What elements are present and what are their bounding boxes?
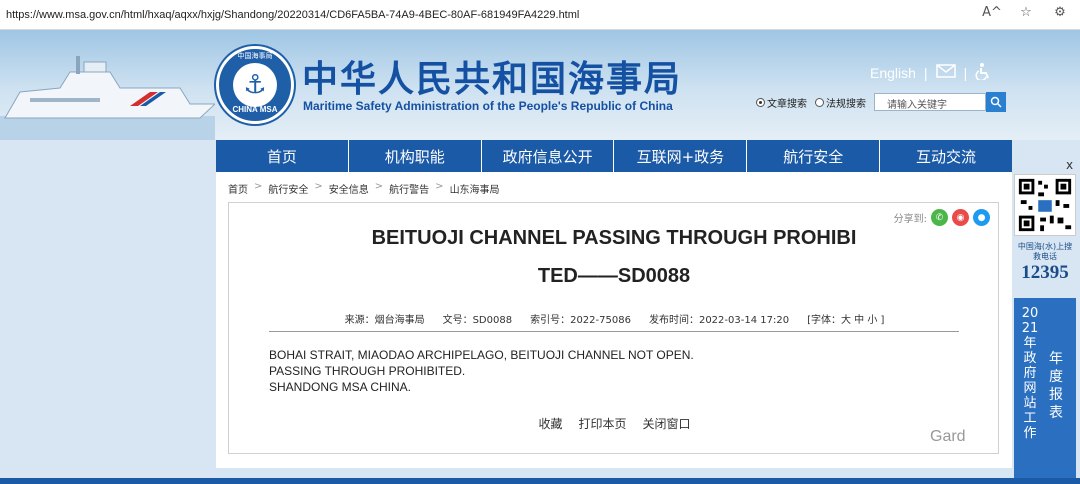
mail-icon[interactable] <box>935 64 956 81</box>
breadcrumb-nav-warning[interactable]: 航行警告 <box>389 181 429 196</box>
browser-tools: A^ ☆ ⚙ <box>982 5 1070 20</box>
article-body: BOHAI STRAIT, MIAODAO ARCHIPELAGO, BEITU… <box>269 347 694 395</box>
divider: | <box>923 64 928 81</box>
article-meta: 来源：烟台海事局 文号：SD0088 索引号：2022-75086 发布时间：2… <box>229 311 1000 326</box>
article-title: BEITUOJI CHANNEL PASSING THROUGH PROHIBI… <box>269 219 959 295</box>
settings-gear-icon[interactable]: ⚙ <box>1050 5 1070 20</box>
divider: | <box>963 64 968 81</box>
radio-icon <box>815 97 824 107</box>
main-content: 首页 > 航行安全 > 安全信息 > 航行警告 > 山东海事局 分享到: ✆ ◉… <box>216 172 1012 468</box>
logo-top-text: 中国海事局 <box>237 52 273 60</box>
search-input[interactable]: 请输入关键字 <box>874 93 986 111</box>
gard-watermark: Gard <box>930 428 966 445</box>
side-panel-close-icon[interactable]: x <box>1066 158 1073 172</box>
meta-source: 来源：烟台海事局 <box>344 315 425 326</box>
nav-item-gov-info[interactable]: 政府信息公开 <box>482 140 615 172</box>
rescue-hotline: 中国海(水)上搜救电话 12395 <box>1014 242 1076 284</box>
meta-publish-time: 发布时间：2022-03-14 17:20 <box>648 315 790 326</box>
breadcrumb-navigation-safety[interactable]: 航行安全 <box>268 181 308 196</box>
patrol-ship-image <box>0 56 215 140</box>
site-header: 中国海事局 ⚓ CHINA MSA 中华人民共和国海事局 Maritime Sa… <box>0 30 1080 140</box>
report-title: 年度报表 <box>1049 351 1063 421</box>
qq-icon[interactable]: ● <box>973 209 990 226</box>
body-line: PASSING THROUGH PROHIBITED. <box>269 364 466 378</box>
accessibility-icon[interactable] <box>975 62 991 83</box>
main-nav: 首页 机构职能 政府信息公开 互联网+政务 航行安全 互动交流 <box>216 140 1012 172</box>
article-title-line2: TED——SD0088 <box>537 265 691 287</box>
english-link[interactable]: English <box>870 65 916 81</box>
breadcrumb: 首页 > 航行安全 > 安全信息 > 航行警告 > 山东海事局 <box>228 181 500 196</box>
header-links: English | | <box>870 62 991 83</box>
divider-line <box>269 331 959 332</box>
anchor-icon: ⚓ <box>233 63 277 107</box>
site-title-en: Maritime Safety Administration of the Pe… <box>303 99 673 113</box>
nav-item-internet-gov[interactable]: 互联网+政务 <box>614 140 748 172</box>
logo-bottom-text: CHINA MSA <box>232 105 278 114</box>
annual-report-banner[interactable]: 2021年政府网站工作 年度报表 <box>1014 298 1076 478</box>
article-box: 分享到: ✆ ◉ ● BEITUOJI CHANNEL PASSING THRO… <box>228 202 999 454</box>
site-search: 文章搜索 法规搜索 请输入关键字 <box>756 92 1006 112</box>
url-text[interactable]: https://www.msa.gov.cn/html/hxaq/aqxx/hx… <box>6 9 579 21</box>
footer-strip <box>0 478 1080 484</box>
nav-item-interaction[interactable]: 互动交流 <box>880 140 1012 172</box>
meta-doc-no: 文号：SD0088 <box>442 315 513 326</box>
print-button[interactable]: 打印本页 <box>578 415 626 432</box>
qr-code-icon <box>1014 174 1076 236</box>
nav-item-home[interactable]: 首页 <box>216 140 349 172</box>
breadcrumb-shandong[interactable]: 山东海事局 <box>450 181 500 196</box>
search-option-regulations[interactable]: 法规搜索 <box>815 95 866 110</box>
font-size-switcher[interactable]: [字体：大 中 小 ] <box>807 311 884 326</box>
search-icon <box>990 96 1002 108</box>
nav-item-navigation-safety[interactable]: 航行安全 <box>747 140 881 172</box>
favorite-button[interactable]: 收藏 <box>538 415 562 432</box>
article-title-line1: BEITUOJI CHANNEL PASSING THROUGH PROHIBI <box>371 227 857 249</box>
body-line: SHANDONG MSA CHINA. <box>269 380 412 394</box>
meta-index-no: 索引号：2022-75086 <box>530 315 631 326</box>
site-title-cn: 中华人民共和国海事局 <box>302 59 683 100</box>
browser-address-bar: https://www.msa.gov.cn/html/hxaq/aqxx/hx… <box>0 0 1080 30</box>
radio-selected-icon <box>756 97 765 107</box>
search-option-articles[interactable]: 文章搜索 <box>756 95 807 110</box>
close-window-button[interactable]: 关闭窗口 <box>643 415 691 432</box>
breadcrumb-safety-info[interactable]: 安全信息 <box>329 181 369 196</box>
breadcrumb-home[interactable]: 首页 <box>228 181 248 196</box>
nav-item-functions[interactable]: 机构职能 <box>349 140 482 172</box>
msa-logo[interactable]: 中国海事局 ⚓ CHINA MSA <box>216 46 294 124</box>
report-year: 2021年政府网站工作 <box>1021 306 1039 441</box>
favorite-star-icon[interactable]: ☆ <box>1016 5 1036 20</box>
hotline-number: 12395 <box>1021 262 1069 283</box>
read-aloud-icon[interactable]: A^ <box>982 5 1002 20</box>
article-actions: 收藏 打印本页 关闭窗口 <box>229 415 1000 432</box>
hotline-label: 中国海(水)上搜救电话 <box>1017 242 1073 261</box>
body-line: BOHAI STRAIT, MIAODAO ARCHIPELAGO, BEITU… <box>269 348 694 362</box>
search-button[interactable] <box>986 92 1006 112</box>
